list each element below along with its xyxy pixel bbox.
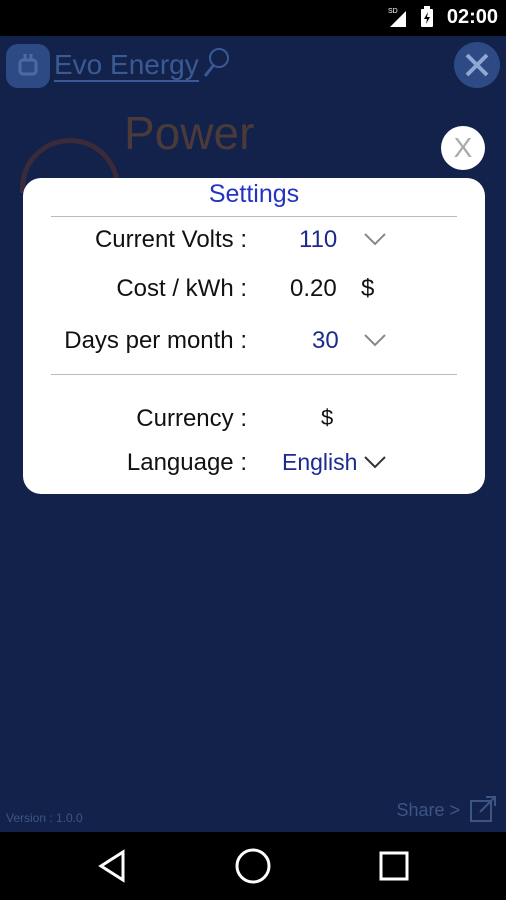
recents-square-icon (379, 851, 409, 881)
days-per-month-label: Days per month : (64, 327, 247, 354)
settings-dialog: Settings Current Volts : 110 Cost / kWh … (23, 178, 485, 494)
currency-row: Currency : $ (23, 401, 485, 441)
current-volts-label: Current Volts : (94, 226, 247, 253)
days-per-month-row: Days per month : 30 (23, 323, 485, 363)
currency-label: Currency : (136, 405, 247, 432)
cost-per-kwh-input[interactable]: 0.20 (290, 275, 337, 303)
back-triangle-icon (98, 849, 125, 883)
cost-per-kwh-row: Cost / kWh : 0.20 $ (23, 271, 485, 311)
divider (51, 374, 457, 375)
close-button[interactable]: X (441, 126, 485, 170)
cost-per-kwh-label: Cost / kWh : (116, 275, 247, 302)
wrench-screwdriver-icon (465, 53, 489, 77)
background-title: Power (124, 107, 255, 159)
navigation-bar (0, 832, 506, 900)
chevron-down-icon[interactable] (363, 333, 387, 352)
current-volts-row: Current Volts : 110 (23, 222, 485, 262)
divider (51, 216, 457, 217)
home-button[interactable] (233, 846, 273, 886)
language-select[interactable]: English (282, 449, 357, 476)
days-per-month-select[interactable]: 30 (312, 327, 339, 355)
language-row: Language : English (23, 445, 485, 485)
currency-value[interactable]: $ (321, 405, 333, 431)
back-button[interactable] (92, 846, 132, 886)
app-logo: Evo Energy (6, 44, 231, 88)
language-label: Language : (126, 449, 247, 476)
signal-icon: SD (388, 6, 408, 33)
battery-icon (420, 6, 434, 33)
current-volts-select[interactable]: 110 (299, 226, 337, 254)
home-circle-icon (235, 848, 271, 884)
share-icon[interactable] (468, 794, 498, 828)
version-label: Version : 1.0.0 (6, 811, 83, 825)
dialog-title: Settings (208, 180, 300, 208)
share-label[interactable]: Share > (396, 800, 460, 821)
lightbulb-icon (201, 46, 231, 87)
svg-text:SD: SD (388, 8, 398, 15)
status-bar: SD 02:00 (0, 0, 506, 36)
settings-button[interactable] (454, 42, 500, 88)
recents-button[interactable] (374, 846, 414, 886)
chevron-down-icon[interactable] (363, 455, 387, 474)
plug-icon (6, 44, 50, 88)
close-icon: X (453, 132, 473, 163)
app-name: Evo Energy (54, 49, 199, 82)
clock: 02:00 (446, 6, 498, 28)
cost-currency-unit: $ (361, 275, 375, 302)
chevron-down-icon[interactable] (363, 232, 387, 251)
